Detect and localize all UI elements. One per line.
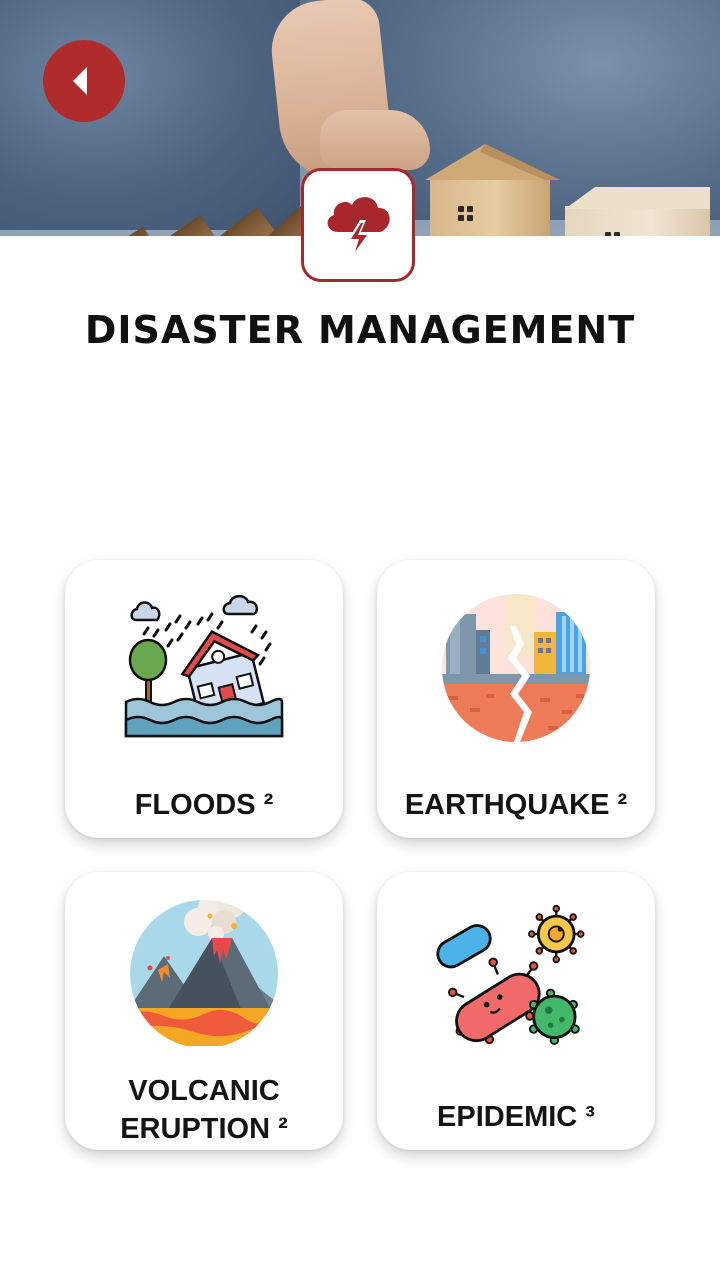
back-button[interactable] [43,40,125,122]
category-card-epidemic[interactable]: EPIDEMIC ³ [377,872,655,1150]
category-label: FLOODS ² [134,789,274,821]
category-card-volcanic-eruption[interactable]: VOLCANIC ERUPTION ² [65,872,343,1150]
flood-house-icon [124,594,284,738]
volcano-icon [130,900,278,1046]
virus-bacteria-icon [436,904,585,1046]
category-card-floods[interactable]: FLOODS ² [65,560,343,838]
storm-cloud-lightning-icon [327,197,390,258]
category-label: EPIDEMIC ³ [437,1101,595,1133]
page-title: DISASTER MANAGEMENT [84,308,636,352]
category-card-earthquake[interactable]: EARTHQUAKE ² [377,560,655,838]
back-arrow-icon [73,61,93,101]
app-logo-badge [301,168,415,282]
category-label: VOLCANIC ERUPTION ² [120,1075,288,1145]
earthquake-city-icon [442,594,590,742]
category-label: EARTHQUAKE ² [404,789,628,821]
